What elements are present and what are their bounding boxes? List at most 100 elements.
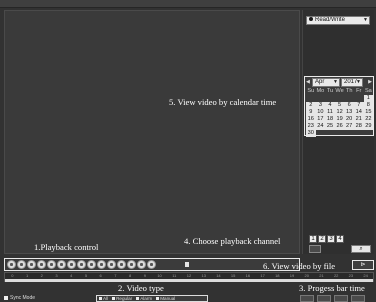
calendar-day[interactable]: 4: [325, 102, 335, 109]
video-type-option[interactable]: Alarm: [136, 296, 152, 301]
zoom-30m-button[interactable]: [351, 295, 365, 302]
right-panel: Read/Write ▼ ◀ Apr ▼ 2017 ▼ ▶ Su Mo Tu We Th…: [302, 10, 374, 254]
video-type-option[interactable]: Regular: [112, 296, 132, 301]
calendar-day[interactable]: 5: [334, 102, 345, 109]
calendar-day[interactable]: 19: [334, 116, 345, 123]
video-type-label: Alarm: [140, 296, 153, 301]
title-bar: [0, 0, 376, 8]
calendar-day[interactable]: 18: [325, 116, 335, 123]
calendar-week-row: 9 10 11 12 13 14 15: [306, 109, 374, 116]
calendar-day[interactable]: 17: [315, 116, 326, 123]
playback-button[interactable]: [27, 260, 36, 269]
sync-mode-checkbox[interactable]: Sync Mode: [4, 295, 35, 301]
year-select[interactable]: 2017 ▼: [341, 78, 363, 87]
weekday-label: Mo: [316, 88, 325, 94]
checkbox-icon: [136, 297, 140, 301]
playback-button[interactable]: [17, 260, 26, 269]
checkbox-icon: [112, 297, 116, 301]
calendar-day[interactable]: 29: [363, 123, 374, 130]
calendar-day[interactable]: 10: [315, 109, 326, 116]
weekday-label: Sa: [364, 88, 372, 94]
calendar-day[interactable]: 9: [306, 109, 316, 116]
playback-button[interactable]: [67, 260, 76, 269]
channel-option-button[interactable]: [309, 245, 321, 253]
playback-button[interactable]: [87, 260, 96, 269]
zoom-2h-button[interactable]: [317, 295, 331, 302]
video-display-area[interactable]: [4, 10, 300, 254]
calendar-day[interactable]: 6: [344, 102, 354, 109]
calendar: ◀ Apr ▼ 2017 ▼ ▶ Su Mo Tu We Th Fr Sa 12345678…: [304, 76, 374, 137]
calendar-day[interactable]: 11: [325, 109, 335, 116]
playback-button[interactable]: [7, 260, 16, 269]
channel-checkbox[interactable]: 3: [327, 235, 335, 243]
playback-window: Read/Write ▼ ◀ Apr ▼ 2017 ▼ ▶ Su Mo Tu We Th…: [0, 0, 376, 302]
video-type-label: Manual: [160, 296, 176, 301]
channel-checkbox[interactable]: 1: [309, 235, 317, 243]
calendar-day[interactable]: 13: [344, 109, 354, 116]
calendar-day[interactable]: 20: [344, 116, 354, 123]
calendar-day[interactable]: 16: [306, 116, 316, 123]
calendar-day[interactable]: 12: [334, 109, 345, 116]
calendar-empty-cell: [325, 130, 335, 137]
channel-checkbox[interactable]: 2: [318, 235, 326, 243]
playback-button[interactable]: [77, 260, 86, 269]
calendar-empty-cell: [335, 130, 345, 137]
calendar-day[interactable]: 3: [315, 102, 326, 109]
zoom-1h-button[interactable]: [334, 295, 348, 302]
month-select[interactable]: Apr ▼: [312, 78, 340, 87]
channel-selector: 1234 ⌕: [304, 232, 374, 254]
zoom-24h-button[interactable]: [300, 295, 314, 302]
calendar-day[interactable]: 22: [363, 116, 374, 123]
calendar-grid: 1 2 3 4 5 6 7 8 9 10 11 12 13 14 15 16 17 18 19 20 21 22 23 24 2…: [306, 95, 374, 137]
calendar-day[interactable]: 28: [353, 123, 364, 130]
playback-buttons: [7, 260, 156, 269]
playback-button[interactable]: [47, 260, 56, 269]
file-icon: ⊳: [360, 262, 366, 268]
calendar-week-row: 16 17 18 19 20 21 22: [306, 116, 374, 123]
checkbox-icon: [99, 297, 102, 301]
mode-select[interactable]: Read/Write ▼: [306, 16, 370, 25]
playback-button[interactable]: [127, 260, 136, 269]
callout-choose-channel: 4. Choose playback channel: [184, 236, 281, 246]
progress-timeline[interactable]: 0 1 2 3 4 5 6 7 8 9 10 11 12 13 14 15 16 17 18 19 20 21 22 23 24: [4, 272, 374, 282]
weekday-label: We: [335, 88, 344, 94]
calendar-day[interactable]: 24: [315, 123, 326, 130]
calendar-prev-icon[interactable]: ◀: [306, 79, 310, 85]
control-end-marker: [185, 262, 189, 267]
calendar-day[interactable]: 1: [363, 95, 374, 102]
playback-button[interactable]: [107, 260, 116, 269]
calendar-day[interactable]: 25: [325, 123, 335, 130]
video-type-option[interactable]: Manual: [156, 296, 175, 301]
calendar-day[interactable]: 27: [344, 123, 354, 130]
calendar-day[interactable]: 8: [363, 102, 374, 109]
month-value: Apr: [315, 79, 325, 85]
channel-checkbox[interactable]: 4: [336, 235, 344, 243]
playback-button[interactable]: [57, 260, 66, 269]
playback-button[interactable]: [117, 260, 126, 269]
video-type-label: Regular: [116, 296, 133, 301]
calendar-day[interactable]: 15: [363, 109, 374, 116]
calendar-day[interactable]: 2: [306, 102, 316, 109]
callout-view-by-file: 6. View video by file: [263, 261, 336, 271]
playback-button[interactable]: [147, 260, 156, 269]
calendar-next-icon[interactable]: ▶: [368, 79, 372, 85]
video-type-filter: All Regular Alarm Manual: [96, 295, 208, 302]
calendar-day[interactable]: 30: [306, 130, 316, 137]
calendar-day[interactable]: 21: [353, 116, 364, 123]
calendar-empty-cell: [344, 130, 354, 137]
calendar-empty-cell: [344, 95, 354, 102]
video-type-label: All: [103, 296, 109, 301]
calendar-weekdays: Su Mo Tu We Th Fr Sa: [306, 88, 372, 95]
timeline-track[interactable]: [5, 279, 373, 282]
calendar-day[interactable]: 23: [306, 123, 316, 130]
file-list-button[interactable]: ⊳: [352, 260, 374, 270]
calendar-day[interactable]: 7: [353, 102, 364, 109]
video-type-option[interactable]: All: [99, 296, 108, 301]
checkbox-icon: [156, 297, 160, 301]
calendar-day[interactable]: 14: [353, 109, 364, 116]
playback-button[interactable]: [37, 260, 46, 269]
search-button[interactable]: ⌕: [351, 245, 371, 253]
playback-button[interactable]: [97, 260, 106, 269]
playback-button[interactable]: [137, 260, 146, 269]
calendar-day[interactable]: 26: [334, 123, 345, 130]
